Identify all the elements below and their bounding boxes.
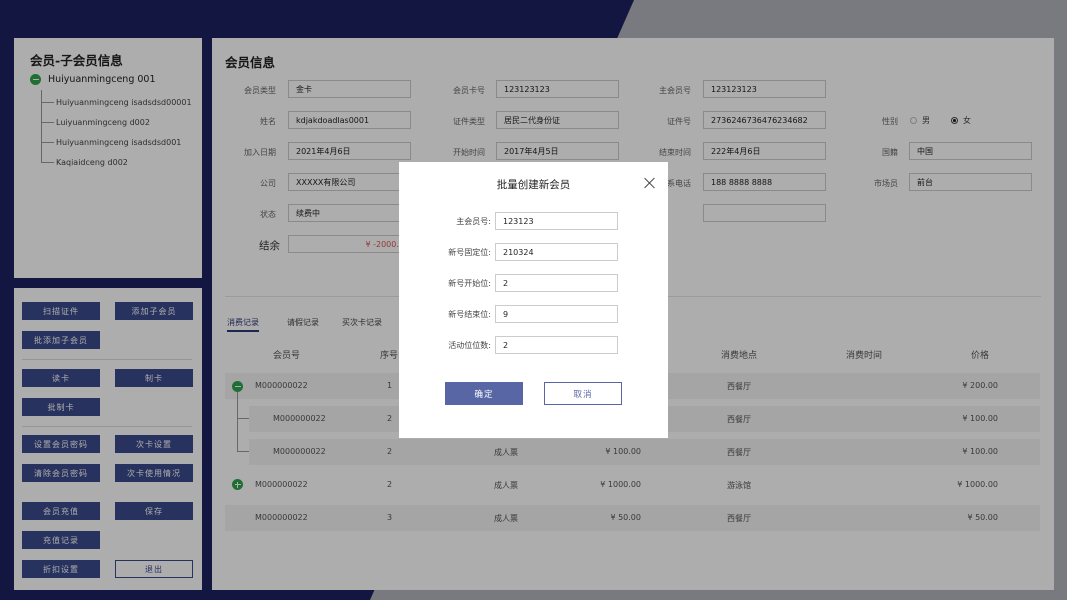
cancel-button[interactable]: 取消 [544, 382, 622, 405]
modal-main-no-input[interactable]: 123123 [495, 212, 618, 230]
modal-end-label: 新号结束位: [448, 310, 491, 319]
modal-main-no-label: 主会员号: [456, 217, 491, 226]
modal-active-label: 活动位位数: [448, 341, 491, 350]
batch-create-modal: 批量创建新会员 主会员号: 123123 新号固定位: 210324 新号开始位… [399, 162, 668, 438]
modal-fixed-input[interactable]: 210324 [495, 243, 618, 261]
modal-start-input[interactable]: 2 [495, 274, 618, 292]
modal-title: 批量创建新会员 [496, 179, 571, 191]
modal-fixed-label: 新号固定位: [448, 248, 491, 257]
confirm-button[interactable]: 确定 [445, 382, 523, 405]
modal-end-input[interactable]: 9 [495, 305, 618, 323]
close-icon[interactable] [644, 177, 656, 189]
modal-active-input[interactable]: 2 [495, 336, 618, 354]
modal-start-label: 新号开始位: [448, 279, 491, 288]
